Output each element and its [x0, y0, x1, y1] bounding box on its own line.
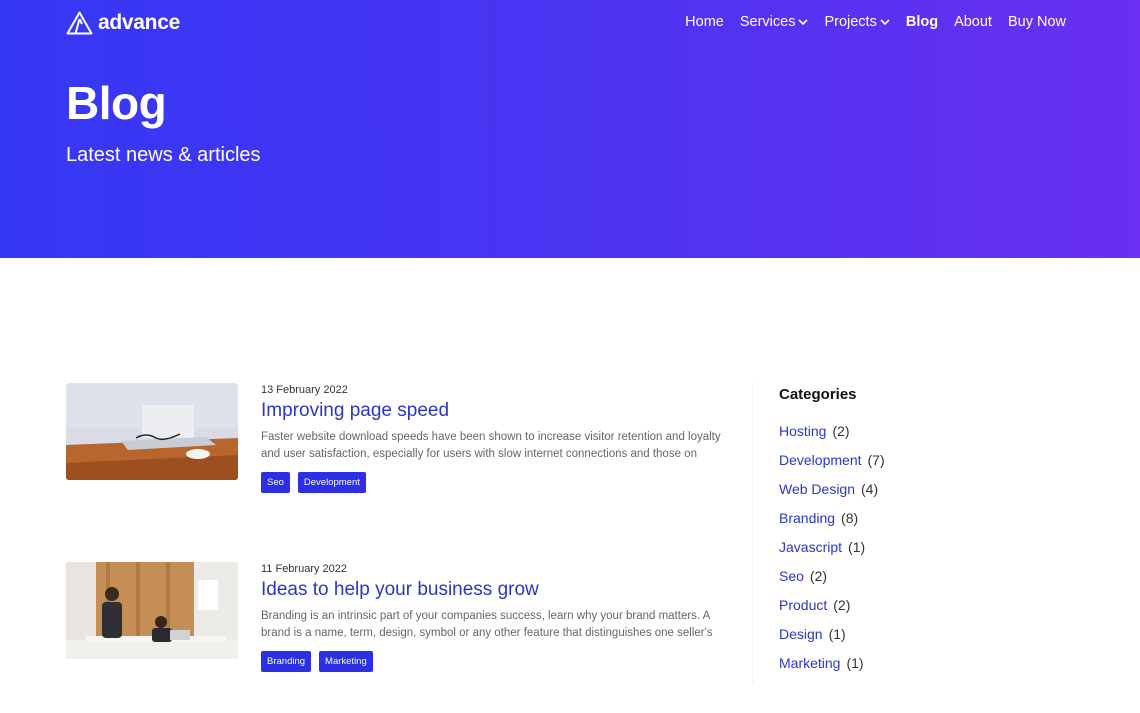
- post-excerpt: Faster website download speeds have been…: [261, 431, 721, 460]
- post-body: 11 February 2022 Ideas to help your busi…: [261, 562, 736, 672]
- category-link[interactable]: Design: [779, 626, 823, 642]
- category-link[interactable]: Javascript: [779, 539, 842, 555]
- tag-development[interactable]: Development: [297, 472, 366, 493]
- post-tags: Branding Marketing: [261, 651, 736, 672]
- nav-services-label: Services: [739, 14, 796, 30]
- category-link[interactable]: Hosting: [779, 423, 826, 439]
- nav-about-label: About: [954, 14, 992, 30]
- hero-header: advance Home Services Projects Blog Abou…: [0, 0, 1140, 258]
- post-tags: Seo Development: [261, 472, 736, 493]
- category-link[interactable]: Branding: [779, 510, 835, 526]
- category-list: Hosting (2) Development (7) Web Design (…: [779, 416, 1012, 677]
- nav-home[interactable]: Home: [685, 14, 724, 30]
- triangle-logo-icon: [66, 11, 93, 35]
- category-count: (2): [833, 596, 851, 613]
- category-count: (1): [828, 625, 846, 642]
- post-date: 11 February 2022: [261, 563, 348, 575]
- tag-branding[interactable]: Branding: [261, 651, 312, 672]
- category-item-marketing: Marketing (1): [779, 648, 1012, 677]
- post-title-link[interactable]: Improving page speed: [261, 400, 736, 422]
- laptop-photo: [66, 383, 238, 480]
- brand-name: advance: [98, 11, 180, 34]
- category-count: (2): [809, 567, 828, 584]
- post-date: 13 February 2022: [261, 384, 348, 396]
- post-title-link[interactable]: Ideas to help your business grow: [261, 579, 736, 601]
- category-count: (4): [861, 480, 879, 497]
- nav-projects[interactable]: Projects: [824, 14, 890, 30]
- category-item-branding: Branding (8): [779, 503, 1012, 532]
- category-link[interactable]: Seo: [779, 568, 804, 584]
- blog-post: 13 February 2022 Improving page speed Fa…: [66, 383, 736, 503]
- category-item-javascript: Javascript (1): [779, 532, 1012, 561]
- nav-blog-label: Blog: [905, 14, 939, 30]
- brand-logo[interactable]: advance: [66, 11, 180, 35]
- nav-about[interactable]: About: [954, 14, 992, 30]
- nav-buy-now-label: Buy Now: [1007, 14, 1066, 30]
- category-link[interactable]: Marketing: [779, 655, 840, 671]
- category-item-development: Development (7): [779, 445, 1012, 474]
- category-item-product: Product (2): [779, 590, 1012, 619]
- post-thumbnail-office[interactable]: [66, 562, 238, 659]
- post-thumbnail-laptop[interactable]: [66, 383, 238, 480]
- nav-menu: Home Services Projects Blog About Buy No…: [685, 14, 1066, 30]
- nav-buy-now[interactable]: Buy Now: [1008, 14, 1066, 30]
- categories-title: Categories: [779, 386, 857, 403]
- top-nav: advance Home Services Projects Blog Abou…: [0, 0, 1140, 46]
- post-excerpt: Branding is an intrinsic part of your co…: [261, 610, 713, 639]
- categories-sidebar: Categories Hosting (2) Development (7) W…: [752, 383, 1012, 683]
- category-count: (1): [848, 538, 866, 555]
- category-item-hosting: Hosting (2): [779, 416, 1012, 445]
- chevron-down-icon: [798, 19, 809, 26]
- chevron-down-icon: [880, 19, 890, 26]
- category-link[interactable]: Web Design: [779, 481, 855, 497]
- nav-home-label: Home: [685, 14, 724, 30]
- blog-post: 11 February 2022 Ideas to help your busi…: [66, 562, 736, 682]
- tag-marketing[interactable]: Marketing: [319, 651, 373, 672]
- category-count: (7): [867, 451, 885, 468]
- category-item-web-design: Web Design (4): [779, 474, 1012, 503]
- tag-seo[interactable]: Seo: [261, 472, 290, 493]
- category-count: (8): [841, 509, 859, 526]
- nav-blog[interactable]: Blog: [906, 14, 938, 30]
- category-item-seo: Seo (2): [779, 561, 1012, 590]
- category-link[interactable]: Development: [779, 452, 862, 468]
- nav-services[interactable]: Services: [740, 14, 809, 30]
- category-item-design: Design (1): [779, 619, 1012, 648]
- nav-projects-label: Projects: [824, 14, 877, 30]
- category-count: (1): [846, 654, 864, 671]
- category-count: (2): [832, 422, 850, 439]
- page-subtitle: Latest news & articles: [66, 144, 261, 166]
- category-link[interactable]: Product: [779, 597, 827, 613]
- office-photo: [66, 562, 238, 659]
- page-title: Blog: [66, 77, 167, 129]
- post-body: 13 February 2022 Improving page speed Fa…: [261, 383, 736, 493]
